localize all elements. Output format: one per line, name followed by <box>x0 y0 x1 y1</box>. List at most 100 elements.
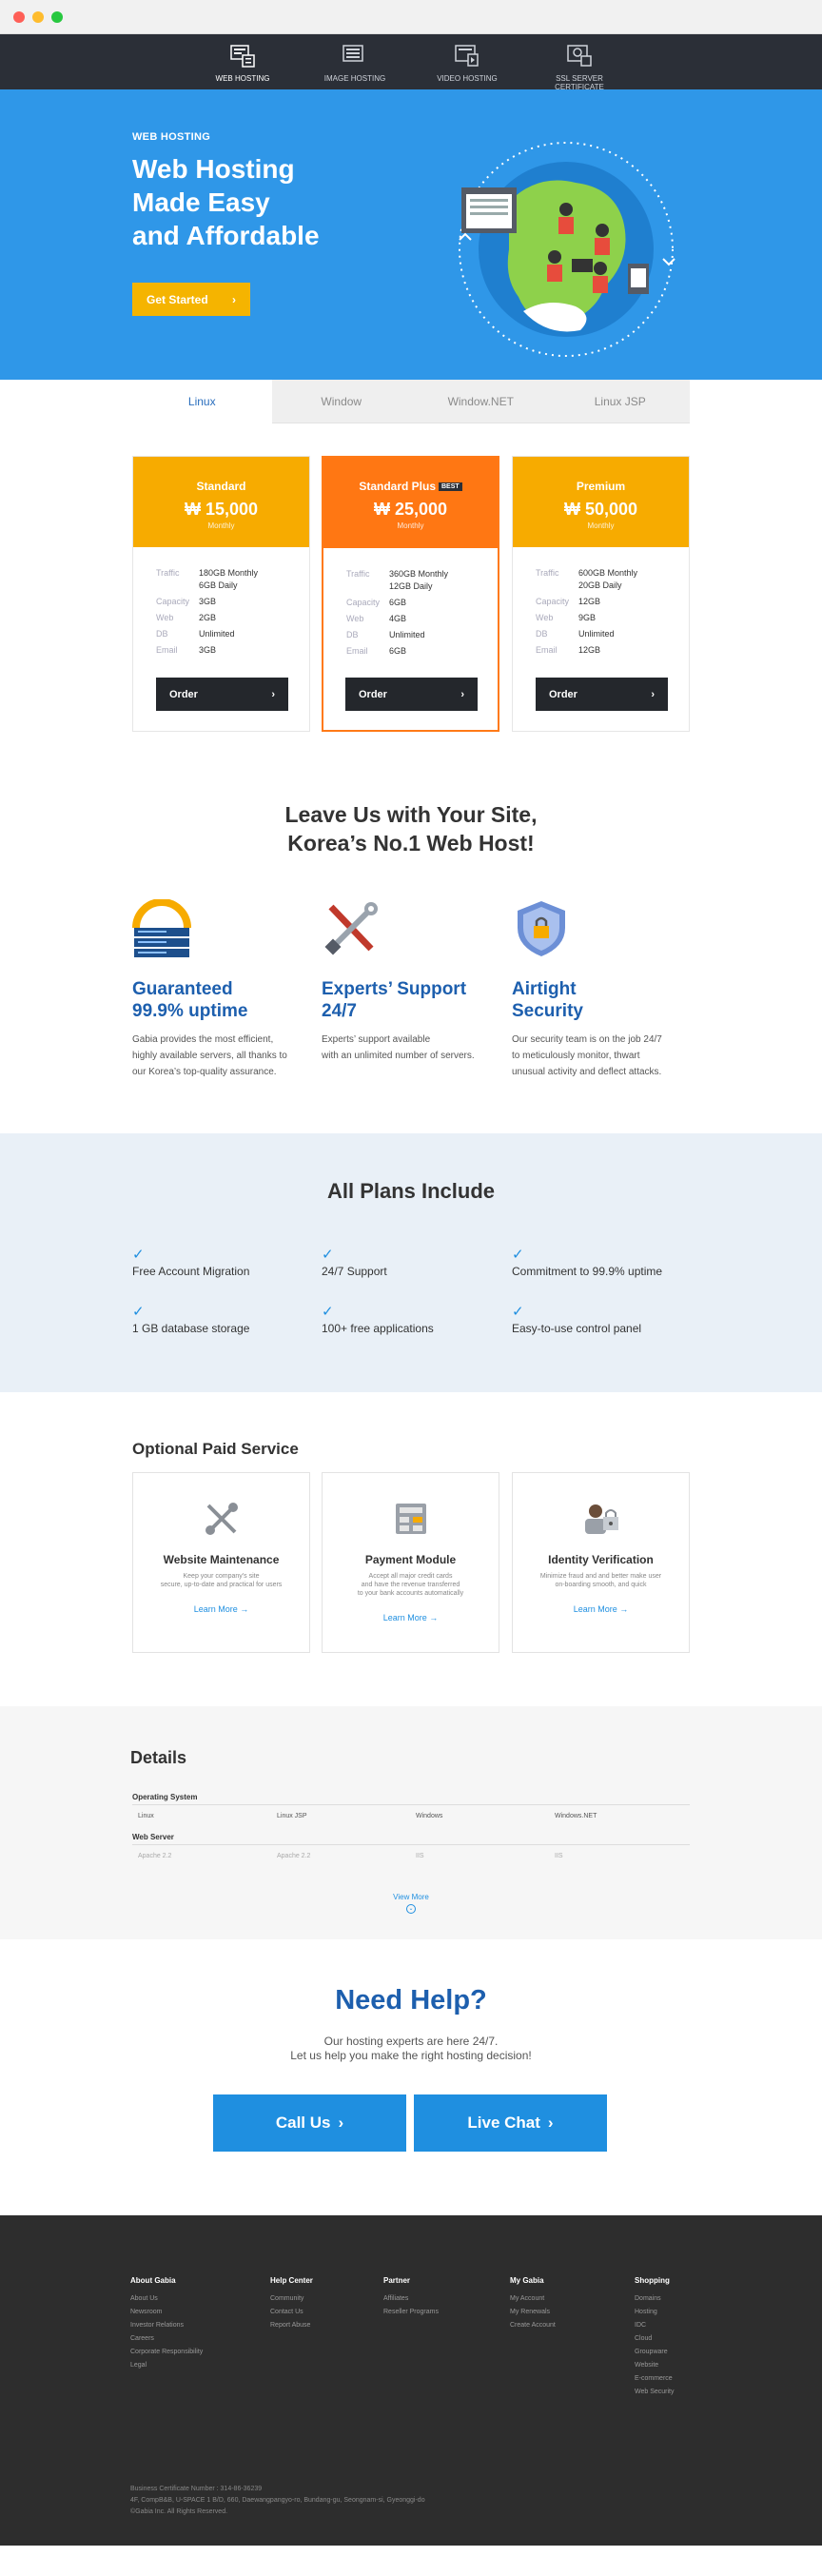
tab-linux-jsp[interactable]: Linux JSP <box>550 380 690 423</box>
spec-key: Web <box>156 613 174 622</box>
footer-column: About Gabia About Us Newsroom Investor R… <box>130 2274 203 2372</box>
footer-column: My Gabia My Account My Renewals Create A… <box>510 2274 556 2332</box>
plan-card-standard: Standard ₩ 15,000 Monthly Traffic 180GB M… <box>132 456 310 732</box>
footer-link[interactable]: Create Account <box>510 2319 556 2332</box>
footer-link[interactable]: Investor Relations <box>130 2319 203 2332</box>
best-badge: BEST <box>439 482 462 492</box>
footer-link[interactable]: Reseller Programs <box>383 2306 439 2319</box>
footer-link[interactable]: Domains <box>635 2292 675 2306</box>
get-started-label: Get Started <box>147 292 208 306</box>
footer-link[interactable]: About Us <box>130 2292 203 2306</box>
footer-link[interactable]: Web Security <box>635 2386 675 2399</box>
footer-link[interactable]: Community <box>270 2292 313 2306</box>
footer-heading: About Gabia <box>130 2276 176 2285</box>
tab-window[interactable]: Window <box>271 380 411 423</box>
spec-row: Web 2GB <box>133 612 309 624</box>
maximize-window-button[interactable] <box>51 11 63 23</box>
service-desc: Minimize fraud and and better make user … <box>539 1573 662 1588</box>
footer-link[interactable]: Contact Us <box>270 2306 313 2319</box>
nav-video-hosting-label: VIDEO HOSTING <box>437 74 498 83</box>
order-button-standard-plus[interactable]: Order › <box>345 678 478 711</box>
get-started-button[interactable]: Get Started › <box>132 283 250 316</box>
site-footer: About Gabia About Us Newsroom Investor R… <box>0 2215 822 2546</box>
footer-link[interactable]: Affiliates <box>383 2292 439 2306</box>
plan-header: Standard ₩ 15,000 Monthly <box>133 457 309 547</box>
footer-link[interactable]: Newsroom <box>130 2306 203 2319</box>
order-button-standard[interactable]: Order › <box>156 678 288 711</box>
nav-web-hosting-label: WEB HOSTING <box>215 74 270 83</box>
nav-image-hosting[interactable]: IMAGE HOSTING <box>312 40 398 89</box>
arrow-right-icon: → <box>619 1604 629 1614</box>
close-window-button[interactable] <box>13 11 25 23</box>
uptime-server-icon: 99.9% <box>132 898 191 957</box>
included-item: ✓ 100+ free applications <box>322 1305 512 1335</box>
table-row: Apache 2.2 Apache 2.2 IIS IIS <box>132 1853 690 1859</box>
footer-link[interactable]: Hosting <box>635 2306 675 2319</box>
learn-more-link[interactable]: Learn More → <box>513 1604 689 1614</box>
chevron-right-icon: › <box>547 2114 554 2132</box>
footer-link[interactable]: Groupware <box>635 2346 675 2359</box>
call-us-label: Call Us <box>275 2114 331 2132</box>
footer-heading: My Gabia <box>510 2276 544 2285</box>
footer-link[interactable]: Legal <box>130 2359 203 2372</box>
included-item-label: Commitment to 99.9% uptime <box>512 1265 663 1278</box>
footer-copyright: Business Certificate Number : 314-86-362… <box>130 2486 425 2515</box>
spec-row: Web 4GB <box>323 613 498 625</box>
footer-link[interactable]: My Renewals <box>510 2306 556 2319</box>
footer-link[interactable]: My Account <box>510 2292 556 2306</box>
footer-link[interactable]: Cloud <box>635 2332 675 2346</box>
footer-link[interactable]: Report Abuse <box>270 2319 313 2332</box>
spec-row: DB Unlimited <box>323 629 498 641</box>
hero-eyebrow: WEB HOSTING <box>132 131 211 143</box>
included-item: ✓ 1 GB database storage <box>132 1305 323 1335</box>
nav-video-hosting[interactable]: VIDEO HOSTING <box>424 40 510 89</box>
nav-ssl-certificate[interactable]: SSL SERVER CERTIFICATE <box>537 40 622 91</box>
arrow-right-icon: → <box>240 1604 249 1614</box>
optional-title: Optional Paid Service <box>132 1440 299 1458</box>
web-server-label: Web Server <box>132 1833 174 1841</box>
footer-link[interactable]: Website <box>635 2359 675 2372</box>
learn-more-link[interactable]: Learn More → <box>323 1613 499 1622</box>
tools-icon <box>324 902 378 955</box>
view-more-button[interactable]: View More ⌄ <box>0 1893 822 1914</box>
included-item-label: 100+ free applications <box>322 1322 434 1335</box>
learn-more-link[interactable]: Learn More → <box>133 1604 309 1614</box>
order-button-premium[interactable]: Order › <box>536 678 668 711</box>
tab-window-net[interactable]: Window.NET <box>411 380 551 423</box>
check-icon: ✓ <box>132 1247 145 1263</box>
footer-link[interactable]: E-commerce <box>635 2372 675 2386</box>
view-more-label: View More <box>393 1893 429 1901</box>
plan-header: Standard Plus BEST ₩ 25,000 Monthly <box>323 458 498 548</box>
tab-linux[interactable]: Linux <box>132 380 272 423</box>
minimize-window-button[interactable] <box>32 11 44 23</box>
plan-name: Standard <box>196 480 246 493</box>
os-tabs: Linux Window Window.NET Linux JSP <box>132 380 690 423</box>
footer-link[interactable]: Careers <box>130 2332 203 2346</box>
spec-value: 4GB <box>389 614 407 623</box>
plan-specs: Traffic 360GB Monthly 12GB Daily Capacity… <box>323 548 498 674</box>
footer-link[interactable]: IDC <box>635 2319 675 2332</box>
included-item-label: 1 GB database storage <box>132 1322 250 1335</box>
all-plans-title: All Plans Include <box>326 1179 496 1203</box>
service-name: Website Maintenance <box>163 1553 280 1566</box>
table-cell: Windows.NET <box>555 1813 597 1819</box>
footer-heading: Shopping <box>635 2276 670 2285</box>
service-desc: Keep your company’s site secure, up-to-d… <box>160 1573 283 1588</box>
spec-row: Capacity 3GB <box>133 596 309 608</box>
check-icon: ✓ <box>512 1247 524 1263</box>
spec-key: Traffic <box>536 568 559 578</box>
live-chat-button[interactable]: Live Chat › <box>414 2094 607 2152</box>
chevron-down-icon: ⌄ <box>406 1904 416 1914</box>
need-help-section: Need Help? Our hosting experts are here … <box>0 1939 822 2215</box>
spec-value: 12GB <box>578 645 601 655</box>
footer-link[interactable]: Corporate Responsibility <box>130 2346 203 2359</box>
included-item-label: Free Account Migration <box>132 1265 250 1278</box>
pricing-plans: Standard ₩ 15,000 Monthly Traffic 180GB M… <box>132 456 690 732</box>
feature-title: Airtight Security <box>512 979 583 1021</box>
nav-web-hosting[interactable]: WEB HOSTING <box>200 40 285 89</box>
call-us-button[interactable]: Call Us › <box>213 2094 406 2152</box>
hero-banner: WEB HOSTING Web Hosting Made Easy and Af… <box>0 89 822 380</box>
spec-row: Capacity 12GB <box>513 596 689 608</box>
spec-row: Traffic 180GB Monthly 6GB Daily <box>133 567 309 592</box>
included-item: ✓ Free Account Migration <box>132 1248 323 1278</box>
